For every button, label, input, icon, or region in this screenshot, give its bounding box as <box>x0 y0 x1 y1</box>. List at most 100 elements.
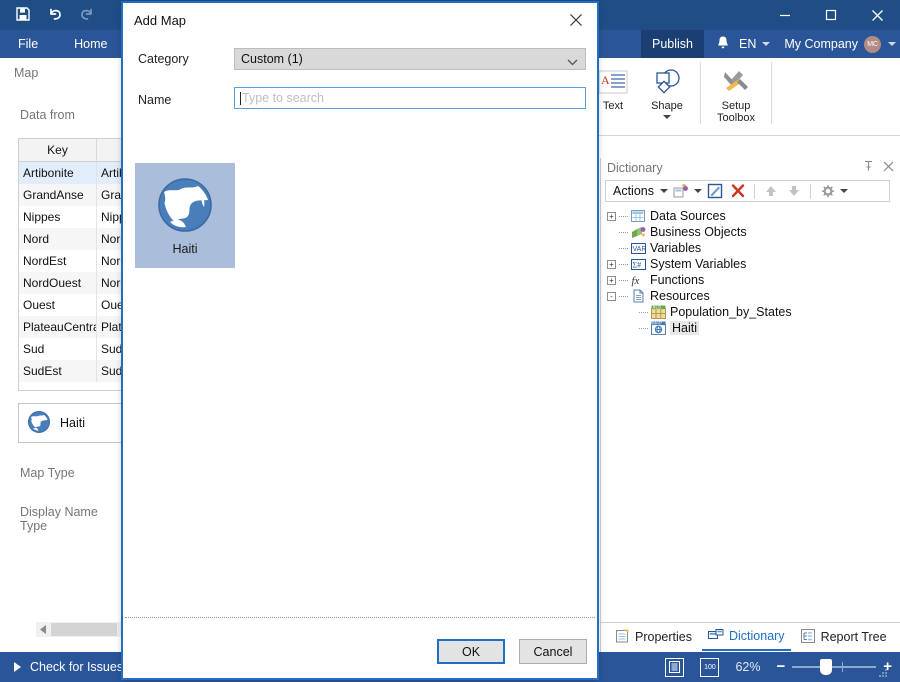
svg-text:VAR: VAR <box>632 246 646 253</box>
check-for-issues-button[interactable]: Check for Issues <box>14 652 123 682</box>
actions-chevron-down-icon[interactable] <box>660 189 668 193</box>
dialog-results-area: Haiti <box>123 37 597 616</box>
resize-grip[interactable] <box>876 667 888 679</box>
svg-text:Σ#: Σ# <box>632 260 641 269</box>
tree-item-system-variables[interactable]: +Σ#System Variables <box>607 256 896 272</box>
globe-icon <box>155 175 215 238</box>
page-view-icon[interactable] <box>665 658 684 677</box>
ribbon-group-insert: A Text Shape Setup Toolbox <box>586 58 778 136</box>
zoom-slider[interactable]: − + <box>776 662 892 672</box>
grid-column-header-key[interactable]: Key <box>19 139 97 161</box>
zoom-slider-thumb[interactable] <box>820 659 832 675</box>
shape-icon <box>651 64 683 100</box>
tree-item-haiti[interactable]: MAPHaiti <box>607 320 896 336</box>
gear-icon[interactable] <box>817 181 837 201</box>
delete-icon[interactable] <box>728 181 748 201</box>
ribbon-button-setup-toolbox-label-1: Setup <box>722 100 751 112</box>
account-chevron-down-icon[interactable] <box>888 42 896 46</box>
zoom-100-icon[interactable]: 100 <box>700 658 719 677</box>
save-icon[interactable] <box>14 5 32 23</box>
cell-key: PlateauCentral <box>19 316 97 338</box>
var-icon: VAR <box>630 241 646 255</box>
check-for-issues-label: Check for Issues <box>30 660 123 674</box>
ribbon-tab-file[interactable]: File <box>0 30 56 58</box>
cell-key: NordOuest <box>19 272 97 294</box>
ok-button[interactable]: OK <box>437 639 505 664</box>
new-item-chevron-down-icon[interactable] <box>694 189 702 193</box>
undo-icon[interactable] <box>46 5 64 23</box>
tree-item-variables[interactable]: VAR Variables <box>607 240 896 256</box>
tab-properties[interactable]: Properties <box>609 626 698 650</box>
tree-item-label: Variables <box>650 241 701 255</box>
ribbon-right-controls: Publish EN My Company MC <box>641 30 896 58</box>
text-icon: A <box>598 64 628 100</box>
zoom-slider-track[interactable] <box>792 666 876 668</box>
tree-item-business-objects[interactable]: Business Objects <box>607 224 896 240</box>
tree-item-functions[interactable]: +fxFunctions <box>607 272 896 288</box>
application-window: File Home Publish EN My Company MC A Tex… <box>0 0 900 682</box>
expand-icon[interactable]: + <box>607 260 616 269</box>
dialog-separator <box>125 617 595 618</box>
dialog-close-button[interactable] <box>561 8 591 32</box>
zoom-out-button[interactable]: − <box>776 662 785 672</box>
close-button[interactable] <box>854 0 900 30</box>
expand-icon[interactable]: + <box>607 212 616 221</box>
tree-item-label: Functions <box>650 273 704 287</box>
ribbon-tabs: File Home <box>0 30 126 58</box>
actions-menu-label[interactable]: Actions <box>610 184 657 198</box>
horizontal-scrollbar[interactable] <box>36 622 124 637</box>
sigma-icon: Σ# <box>630 257 646 271</box>
new-item-icon[interactable] <box>671 181 691 201</box>
add-map-dialog: Add Map Category Custom (1) Name Type to… <box>121 1 599 680</box>
cancel-button[interactable]: Cancel <box>519 639 587 664</box>
map-result-tile-haiti[interactable]: Haiti <box>135 163 235 268</box>
tools-icon <box>721 64 751 100</box>
expand-icon[interactable]: + <box>607 276 616 285</box>
shape-dropdown-chevron-icon[interactable] <box>663 115 671 119</box>
chevron-down-icon <box>762 42 770 46</box>
tree-item-population-by-states[interactable]: XLSPopulation_by_States <box>607 304 896 320</box>
scrollbar-thumb[interactable] <box>51 623 117 636</box>
dictionary-panel: Dictionary Actions <box>600 158 900 622</box>
dictionary-tree: +Data SourcesBusiness Objects VAR Variable… <box>607 208 896 336</box>
dictionary-icon <box>708 628 724 645</box>
maximize-button[interactable] <box>808 0 854 30</box>
play-triangle-icon <box>14 662 21 672</box>
tab-report-tree[interactable]: Report Tree <box>795 626 893 650</box>
properties-icon <box>615 629 630 646</box>
language-selector[interactable]: EN <box>739 37 770 51</box>
collapse-icon[interactable]: - <box>607 292 616 301</box>
gear-chevron-down-icon[interactable] <box>840 189 848 193</box>
ribbon-button-setup-toolbox-label-2: Toolbox <box>717 112 755 124</box>
tree-item-label: Population_by_States <box>670 305 792 319</box>
notifications-bell-icon[interactable] <box>716 35 730 53</box>
dialog-footer: OK Cancel <box>437 639 587 664</box>
cell-key: Sud <box>19 338 97 360</box>
tree-connector <box>619 216 628 217</box>
ribbon-tab-home[interactable]: Home <box>56 30 125 58</box>
zoom-slider-midpoint-tick <box>842 662 843 672</box>
company-label[interactable]: My Company <box>784 37 858 51</box>
map-type-label: Map Type <box>20 466 75 480</box>
scroll-left-arrow-icon[interactable] <box>36 622 51 637</box>
ribbon-button-setup-toolbox[interactable]: Setup Toolbox <box>707 58 765 124</box>
tab-label: Properties <box>635 630 692 644</box>
minimize-button[interactable] <box>762 0 808 30</box>
redo-icon[interactable] <box>78 5 96 23</box>
dictionary-panel-title: Dictionary <box>607 161 663 175</box>
tab-dictionary[interactable]: Dictionary <box>702 625 791 651</box>
tree-connector <box>619 232 628 233</box>
publish-button[interactable]: Publish <box>641 30 704 58</box>
ribbon-button-shape[interactable]: Shape <box>640 58 694 119</box>
tree-item-label: Resources <box>650 289 710 303</box>
svg-text:MAP: MAP <box>652 321 662 326</box>
tree-item-resources[interactable]: - Resources <box>607 288 896 304</box>
tree-item-data-sources[interactable]: +Data Sources <box>607 208 896 224</box>
window-controls <box>762 0 900 30</box>
pin-icon[interactable] <box>863 160 874 175</box>
cell-key: SudEst <box>19 360 97 382</box>
close-icon[interactable] <box>883 161 894 175</box>
tab-label: Dictionary <box>729 629 785 643</box>
edit-icon[interactable] <box>705 181 725 201</box>
avatar[interactable]: MC <box>864 36 881 53</box>
